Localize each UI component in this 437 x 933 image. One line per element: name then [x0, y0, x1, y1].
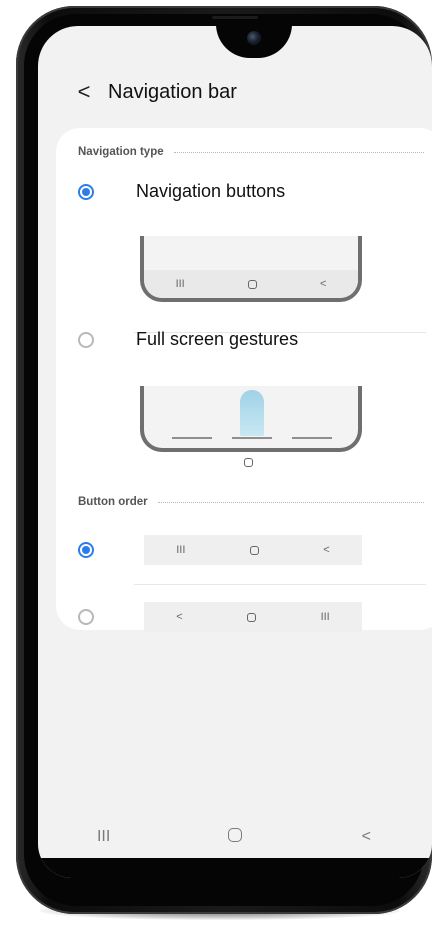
back-icon: < [176, 611, 183, 623]
full-screen-gestures-label[interactable]: Full screen gestures [136, 328, 298, 350]
button-order-option-2[interactable]: < III [144, 602, 362, 632]
home-icon-glyph [227, 827, 242, 842]
notch [216, 26, 292, 58]
section-divider [157, 501, 424, 503]
button-order-section-header: Button order [78, 494, 424, 510]
recents-icon[interactable]: III [84, 828, 124, 846]
swipe-indicator [240, 390, 264, 436]
settings-card: Navigation type Navigation buttons III <… [56, 128, 432, 632]
home-icon [247, 612, 257, 622]
option-divider [134, 584, 426, 585]
gesture-hint-line [172, 437, 212, 439]
navigation-type-section-header: Navigation type [78, 144, 424, 160]
button-order-option-1[interactable]: III < [144, 535, 362, 565]
back-icon: < [323, 544, 330, 556]
home-icon[interactable] [215, 827, 255, 847]
front-camera-icon [247, 31, 261, 45]
screen-chin [38, 858, 432, 878]
button-order-option-1-radio[interactable] [78, 542, 94, 558]
screen: < Navigation bar Navigation type Navigat… [38, 26, 432, 878]
navigation-buttons-radio[interactable] [78, 184, 94, 200]
button-order-option-2-radio[interactable] [78, 609, 94, 625]
recents-icon: III [175, 278, 185, 290]
earpiece-speaker [212, 16, 258, 19]
system-navigation-bar: III < [38, 816, 432, 858]
home-icon [247, 279, 257, 289]
preview-device: III < [140, 236, 362, 302]
phone-frame: < Navigation bar Navigation type Navigat… [16, 6, 432, 914]
preview-device [140, 386, 362, 452]
app-header: < Navigation bar [38, 74, 432, 114]
button-order-label: Button order [78, 496, 148, 508]
gestures-preview[interactable] [140, 386, 362, 470]
full-screen-gestures-radio[interactable] [78, 332, 94, 348]
back-arrow-icon[interactable]: < [72, 80, 96, 104]
section-divider [173, 151, 424, 153]
home-icon [244, 458, 253, 467]
preview-nav-bar: III < [144, 270, 358, 298]
back-icon: < [319, 278, 327, 290]
page-title: Navigation bar [108, 81, 237, 103]
recents-icon: III [176, 544, 186, 556]
back-icon[interactable]: < [346, 828, 386, 846]
navigation-buttons-preview[interactable]: III < [140, 236, 362, 308]
navigation-type-label: Navigation type [78, 146, 164, 158]
recents-icon: III [320, 611, 330, 623]
gesture-hint-line [292, 437, 332, 439]
navigation-buttons-label[interactable]: Navigation buttons [136, 180, 285, 202]
home-icon [249, 545, 259, 555]
gesture-hint-line [232, 437, 272, 439]
